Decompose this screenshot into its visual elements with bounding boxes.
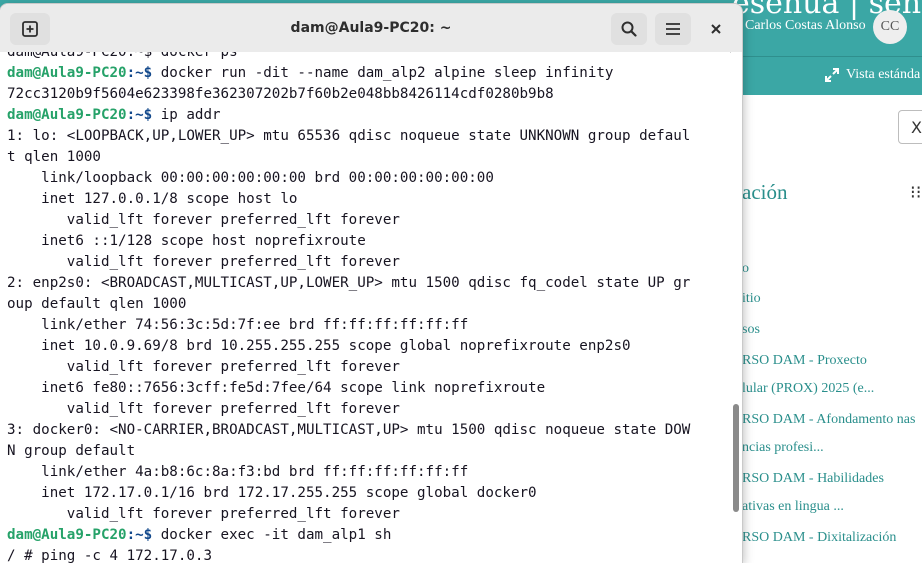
output-text: inet 10.0.9.69/8 brd 10.255.255.255 scop… xyxy=(7,338,631,354)
search-icon xyxy=(621,21,637,37)
output-line: / # ping -c 4 172.17.0.3 xyxy=(7,546,690,563)
command-line: dam@Aula9-PC20:~$ docker run -dit --name… xyxy=(7,63,690,84)
output-line: dam@Aula9-PC20:~$ docker ps xyxy=(7,52,690,63)
output-text: link/ether 74:56:3c:5d:7f:ee brd ff:ff:f… xyxy=(7,317,469,333)
output-text: oup default qlen 1000 xyxy=(7,296,187,312)
output-text: 2: enp2s0: <BROADCAST,MULTICAST,UP,LOWER… xyxy=(7,275,691,291)
close-icon xyxy=(711,24,721,34)
course-link[interactable]: RSO DAM - Afondamento nas xyxy=(742,412,915,428)
course-link[interactable]: itio xyxy=(742,291,761,307)
output-line: 3: docker0: <NO-CARRIER,BROADCAST,MULTIC… xyxy=(7,420,690,441)
output-text: 3: docker0: <NO-CARRIER,BROADCAST,MULTIC… xyxy=(7,422,691,438)
output-line: link/ether 4a:b8:6c:8a:f3:bd brd ff:ff:f… xyxy=(7,462,690,483)
output-line: inet 127.0.0.1/8 scope host lo xyxy=(7,189,690,210)
output-line: inet6 ::1/128 scope host noprefixroute xyxy=(7,231,690,252)
output-text: valid_lft forever preferred_lft forever xyxy=(7,359,400,375)
course-link[interactable]: lular (PROX) 2025 (e... xyxy=(742,381,874,397)
menu-button[interactable] xyxy=(655,13,691,45)
output-line: N group default xyxy=(7,441,690,462)
output-text: inet6 ::1/128 scope host noprefixroute xyxy=(7,233,366,249)
course-link[interactable]: sos xyxy=(742,322,760,338)
terminal-titlebar[interactable]: dam@Aula9-PC20: ~ xyxy=(0,4,742,53)
prompt-user: dam@Aula9-PC20 xyxy=(7,527,127,543)
course-link[interactable]: RSO DAM - Dixitalización xyxy=(742,530,896,546)
output-line: valid_lft forever preferred_lft forever xyxy=(7,504,690,525)
command-line: dam@Aula9-PC20:~$ docker exec -it dam_al… xyxy=(7,525,690,546)
output-text: link/ether 4a:b8:6c:8a:f3:bd brd ff:ff:f… xyxy=(7,464,469,480)
search-button[interactable] xyxy=(611,13,647,45)
expand-icon[interactable]: ⁝⁝ xyxy=(910,182,921,203)
course-link[interactable]: RSO DAM - Habilidades xyxy=(742,471,884,487)
output-line: 2: enp2s0: <BROADCAST,MULTICAST,UP,LOWER… xyxy=(7,273,690,294)
course-link[interactable]: ncias profesi... xyxy=(742,440,824,456)
user-name[interactable]: Carlos Costas Alonso xyxy=(745,18,866,34)
section-title: ación xyxy=(742,180,788,204)
output-text: valid_lft forever preferred_lft forever xyxy=(7,506,400,522)
terminal-window[interactable]: dam@Aula9-PC20: ~ dam@Aula9-PC20:~$ dock… xyxy=(0,4,742,563)
output-text: 72cc3120b9f5604e623398fe362307202b7f60b2… xyxy=(7,86,554,102)
output-text: inet 172.17.0.1/16 brd 172.17.255.255 sc… xyxy=(7,485,537,501)
output-line: link/loopback 00:00:00:00:00:00 brd 00:0… xyxy=(7,168,690,189)
command-text: ip addr xyxy=(160,107,221,123)
output-text: valid_lft forever preferred_lft forever xyxy=(7,254,400,270)
new-tab-icon xyxy=(22,21,38,37)
output-line: inet6 fe80::7656:3cff:fe5d:7fee/64 scope… xyxy=(7,378,690,399)
course-link[interactable]: o xyxy=(742,261,749,277)
output-text: / # ping -c 4 172.17.0.3 xyxy=(7,548,212,563)
terminal-output[interactable]: dam@Aula9-PC20:~$ docker ps dam@Aula9-PC2… xyxy=(0,52,730,563)
course-link[interactable]: RSO DAM - Proxecto xyxy=(742,353,867,369)
output-line: valid_lft forever preferred_lft forever xyxy=(7,210,690,231)
terminal-lines: dam@Aula9-PC20:~$ docker ps dam@Aula9-PC2… xyxy=(7,52,690,563)
output-text: inet6 fe80::7656:3cff:fe5d:7fee/64 scope… xyxy=(7,380,546,396)
output-text: 1: lo: <LOOPBACK,UP,LOWER_UP> mtu 65536 … xyxy=(7,128,691,144)
output-text: valid_lft forever preferred_lft forever xyxy=(7,212,400,228)
output-line: link/ether 74:56:3c:5d:7f:ee brd ff:ff:f… xyxy=(7,315,690,336)
new-tab-button[interactable] xyxy=(10,13,50,45)
view-toggle-label: Vista estánda xyxy=(846,67,921,82)
fullscreen-icon xyxy=(825,68,839,82)
output-text: N group default xyxy=(7,443,136,459)
drawer-close-button[interactable]: X xyxy=(898,110,922,144)
command-text: docker run -dit --name dam_alp2 alpine s… xyxy=(160,65,614,81)
output-line: valid_lft forever preferred_lft forever xyxy=(7,399,690,420)
prompt-user: dam@Aula9-PC20 xyxy=(7,65,127,81)
output-line: inet 172.17.0.1/16 brd 172.17.255.255 sc… xyxy=(7,483,690,504)
output-text: t qlen 1000 xyxy=(7,149,101,165)
output-text: dam@Aula9-PC20:~$ docker ps xyxy=(7,52,238,60)
output-line: valid_lft forever preferred_lft forever xyxy=(7,357,690,378)
close-window-button[interactable] xyxy=(702,15,730,43)
output-line: 72cc3120b9f5604e623398fe362307202b7f60b2… xyxy=(7,84,690,105)
view-toggle-button[interactable]: Vista estánda xyxy=(824,67,920,83)
avatar[interactable]: CC xyxy=(873,10,907,44)
output-line: inet 10.0.9.69/8 brd 10.255.255.255 scop… xyxy=(7,336,690,357)
window-title: dam@Aula9-PC20: ~ xyxy=(290,20,452,36)
output-line: oup default qlen 1000 xyxy=(7,294,690,315)
output-text: valid_lft forever preferred_lft forever xyxy=(7,401,400,417)
output-text: link/loopback 00:00:00:00:00:00 brd 00:0… xyxy=(7,170,494,186)
command-line: dam@Aula9-PC20:~$ ip addr xyxy=(7,105,690,126)
output-line: valid_lft forever preferred_lft forever xyxy=(7,252,690,273)
prompt-separator: :~$ xyxy=(126,65,161,81)
hamburger-menu-icon xyxy=(666,23,680,35)
output-line: t qlen 1000 xyxy=(7,147,690,168)
course-link[interactable]: ativas en lingua ... xyxy=(742,499,844,515)
output-text: inet 127.0.0.1/8 scope host lo xyxy=(7,191,298,207)
prompt-user: dam@Aula9-PC20 xyxy=(7,107,127,123)
prompt-separator: :~$ xyxy=(126,107,161,123)
scrollbar-thumb[interactable] xyxy=(733,404,739,512)
command-text: docker exec -it dam_alp1 sh xyxy=(160,527,392,543)
prompt-separator: :~$ xyxy=(126,527,161,543)
output-line: 1: lo: <LOOPBACK,UP,LOWER_UP> mtu 65536 … xyxy=(7,126,690,147)
close-icon: X xyxy=(911,117,922,137)
